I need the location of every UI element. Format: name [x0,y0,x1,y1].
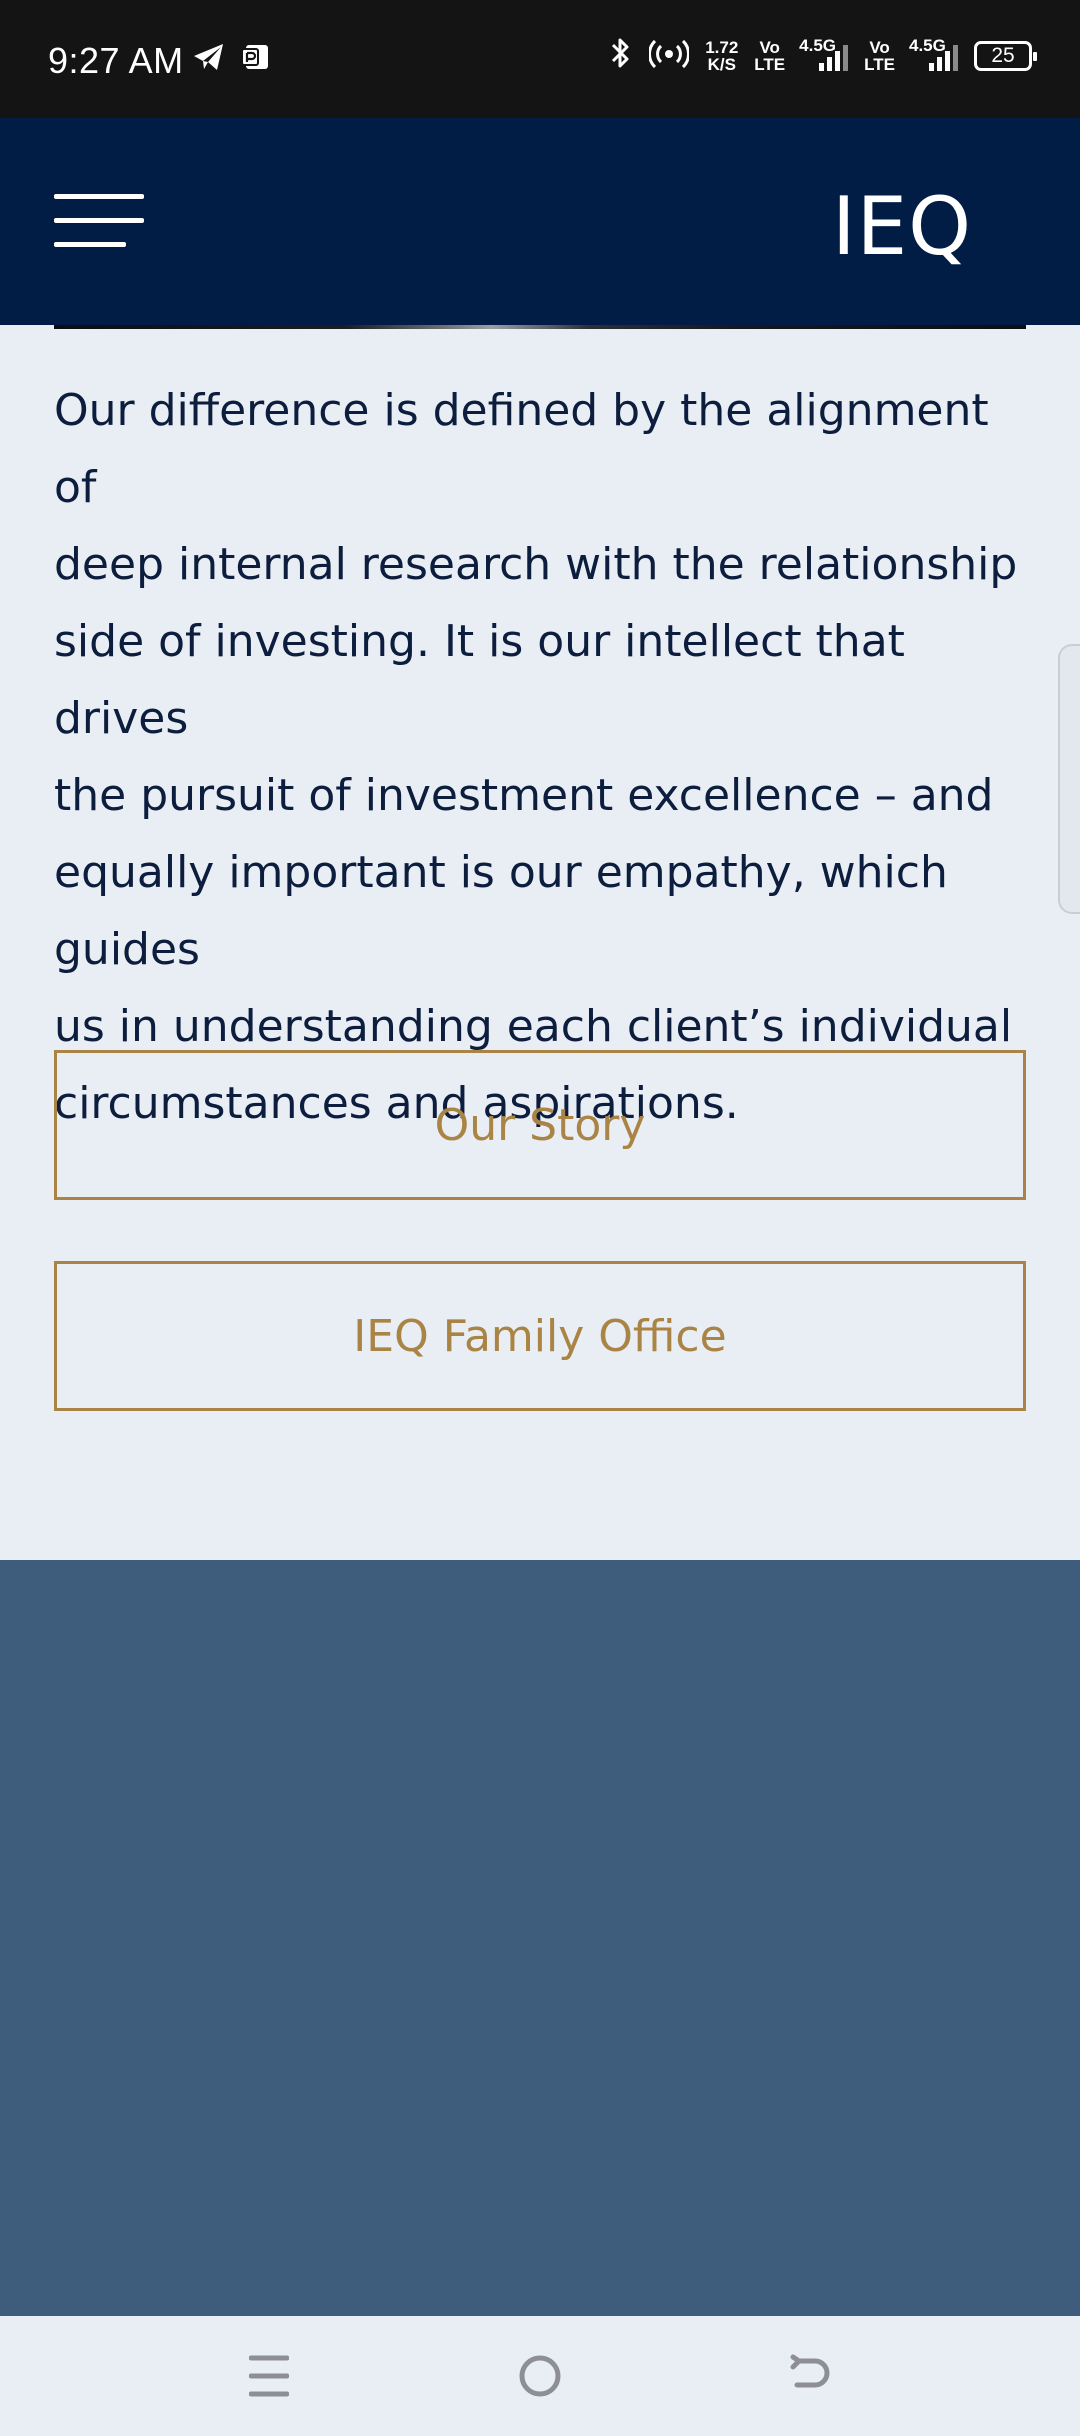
ieq-logo[interactable]: IEQ [832,180,972,273]
site-header: IEQ [0,118,1080,325]
sim2-volte-label: Vo LTE [864,37,895,74]
sim1-network-type: 4.5G [799,35,836,55]
intro-line: equally important is our empathy, which … [54,847,948,975]
hotspot-icon [648,36,691,75]
notification-icons [192,42,270,77]
intro-line: Our difference is defined by the alignme… [54,385,989,513]
status-time: 9:27 AM [48,40,184,81]
sim2-network-type: 4.5G [909,35,946,55]
recent-apps-icon[interactable] [234,2344,304,2408]
telegram-icon [192,42,226,77]
intro-line: side of investing. It is our intellect t… [54,616,905,744]
blue-content-section [0,1560,1080,2316]
signal-icon: 4.5G [799,37,849,71]
intro-paragraph: Our difference is defined by the alignme… [54,372,1034,1142]
status-bar: 9:27 AM 1.72 K/S Vo LTE 4.5G Vo LTE 4.5G… [0,0,1080,118]
hamburger-menu-icon[interactable] [54,194,144,250]
battery-icon: 25 [974,40,1037,71]
battery-level: 25 [991,43,1015,67]
our-story-button[interactable]: Our Story [54,1050,1026,1200]
sim1-volte-label: Vo LTE [754,37,786,74]
family-office-button[interactable]: IEQ Family Office [54,1261,1026,1411]
hero-image-bottom-edge [54,325,1026,329]
intro-line: the pursuit of investment excellence – a… [54,770,994,821]
network-speed: 1.72 K/S [705,37,739,74]
signal-icon-2: 4.5G [909,37,958,71]
home-icon[interactable] [505,2344,575,2408]
side-drawer-handle[interactable] [1058,644,1080,914]
system-status-icons: 1.72 K/S Vo LTE 4.5G Vo LTE 4.5G 25 [609,36,1037,75]
bluetooth-icon [609,36,633,75]
app-notification-icon [240,42,270,77]
system-navigation-bar [0,2316,1080,2436]
intro-line: deep internal research with the relation… [54,539,1018,590]
back-icon[interactable] [775,2344,845,2408]
